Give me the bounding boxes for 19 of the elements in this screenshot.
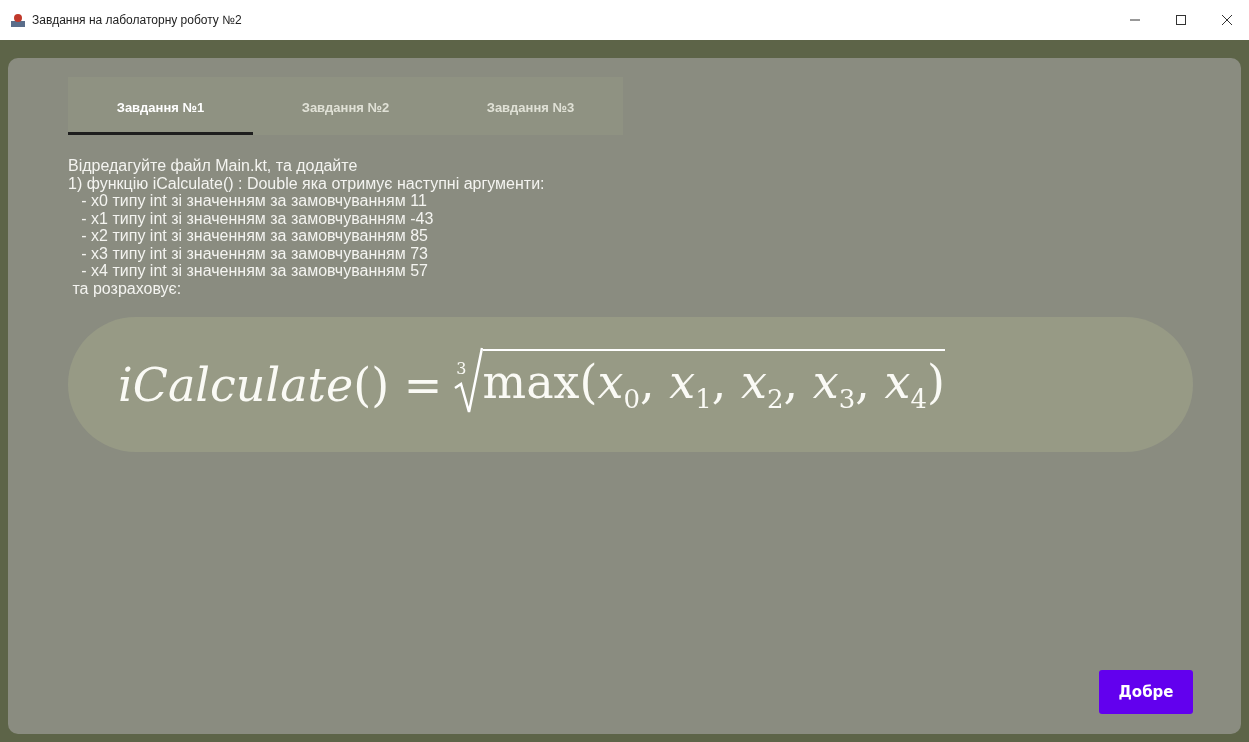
formula-text: iCalculate() =	[118, 357, 443, 412]
task-text: та розраховує:	[71, 279, 183, 297]
tab[interactable]: Завдання №2	[253, 77, 438, 135]
task-text: 1) функцію iCalculate() : Double яка отримує наступні аргументи:	[68, 174, 546, 192]
maximize-icon[interactable]	[1175, 14, 1187, 26]
app-icon	[10, 12, 26, 28]
tab[interactable]: Завдання №3	[438, 77, 623, 135]
task-text: - x1 типу int зі значенням за замовчуванням -43	[80, 209, 435, 227]
task-text: - x3 типу int зі значенням за замовчуванням 73	[80, 244, 429, 262]
formula-text: max(x$_{0}$, x$_{1}$, x$_{2}$, x$_{3}$, x$_{4}$)	[482, 348, 945, 415]
close-icon[interactable]	[1221, 14, 1233, 26]
task-text: - x2 типу int зі значенням за замовчуванням 85	[80, 227, 429, 245]
tab[interactable]: Завдання №1	[68, 77, 253, 135]
task-text: Відредагуйте файл Main.kt, та додайте	[68, 157, 359, 175]
root-index: 3	[456, 359, 467, 378]
task-text: - x4 типу int зі значенням за замовчуванням 57	[80, 262, 429, 280]
ok-button[interactable]: Добре	[1099, 670, 1193, 714]
task-text: - x0 типу int зі значенням за замовчуванням 11	[80, 192, 428, 210]
window-title: Завдання на лаболаторну роботу №2	[32, 13, 243, 27]
